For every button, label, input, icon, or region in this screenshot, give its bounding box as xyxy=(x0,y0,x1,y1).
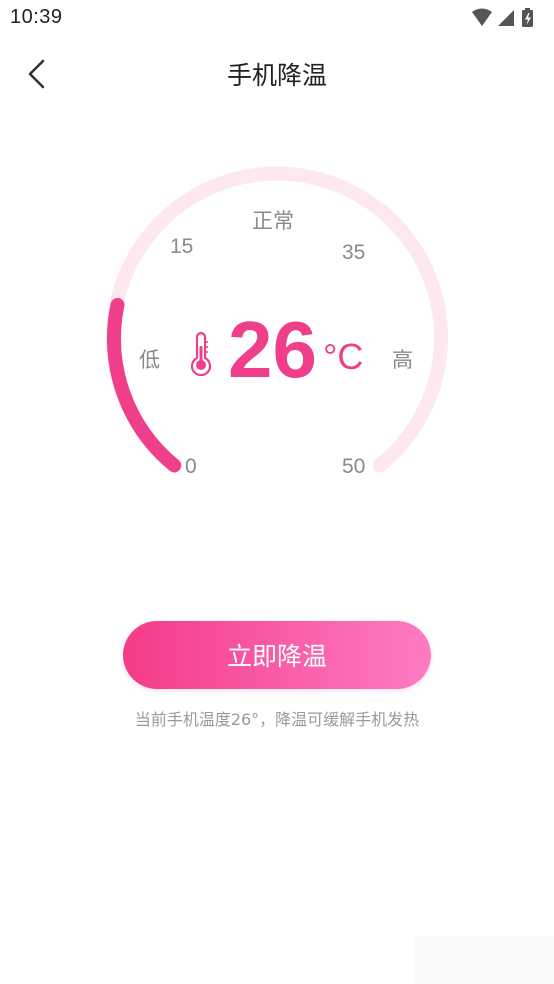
tick-label-0: 0 xyxy=(185,455,197,478)
cool-down-button[interactable]: 立即降温 xyxy=(123,621,431,689)
zone-label-normal: 正常 xyxy=(252,209,294,233)
tick-label-50: 50 xyxy=(342,455,366,478)
tick-label-15: 15 xyxy=(170,235,194,258)
thermometer-icon xyxy=(190,332,212,376)
temperature-unit: °C xyxy=(323,336,364,377)
zone-label-high: 高 xyxy=(392,348,413,372)
tick-label-35: 35 xyxy=(342,241,366,264)
temperature-hint: 当前手机温度26°，降温可缓解手机发热 xyxy=(134,710,420,729)
gauge-progress xyxy=(107,298,182,473)
temperature-gauge: 正常 15 35 低 高 0 50 26 °C xyxy=(0,0,554,600)
current-temperature: 26 xyxy=(228,305,317,394)
corner-block xyxy=(414,936,554,984)
zone-label-low: 低 xyxy=(139,348,160,372)
